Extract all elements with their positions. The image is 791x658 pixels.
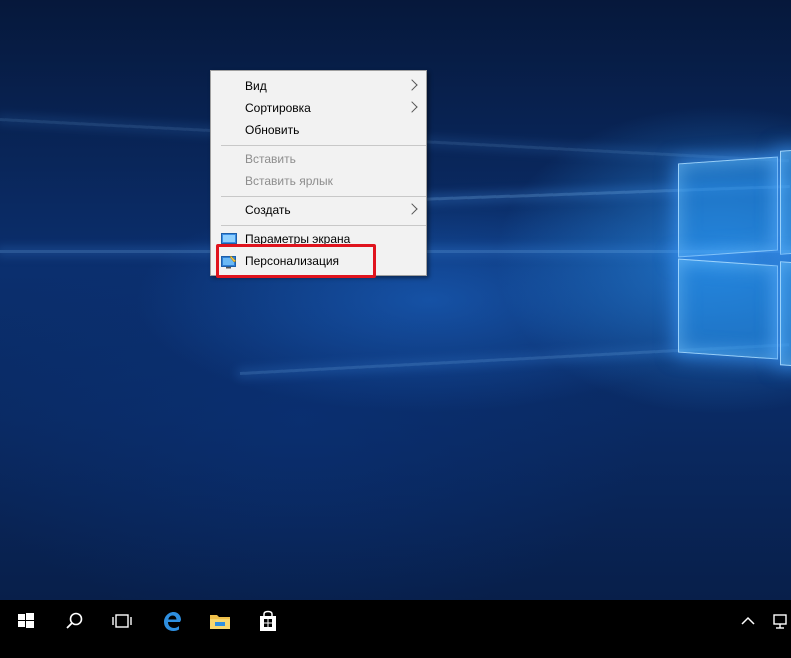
store-button[interactable] (244, 600, 292, 644)
chevron-up-icon (741, 616, 755, 625)
start-icon (18, 613, 34, 628)
search-icon (66, 612, 83, 629)
highlight-annotation (216, 244, 376, 278)
menu-item-label: Обновить (245, 123, 300, 137)
menu-item-paste[interactable]: Вставить (211, 148, 426, 170)
windows-logo-pane (678, 258, 778, 360)
menu-item-view[interactable]: Вид (211, 75, 426, 97)
menu-item-label: Вставить ярлык (245, 174, 333, 188)
store-icon (260, 610, 276, 631)
menu-item-label: Вставить (245, 152, 296, 166)
taskbar (0, 600, 791, 658)
windows-logo-pane (780, 149, 791, 255)
edge-icon (164, 612, 181, 631)
menu-item-label: Вид (245, 79, 267, 93)
menu-separator (221, 196, 426, 197)
file-explorer-button[interactable] (196, 600, 244, 644)
file-explorer-icon (210, 615, 230, 629)
menu-item-refresh[interactable]: Обновить (211, 119, 426, 141)
chevron-right-icon (406, 79, 418, 91)
task-view-icon (112, 614, 132, 628)
menu-separator (221, 225, 426, 226)
menu-item-new[interactable]: Создать (211, 199, 426, 221)
menu-item-label: Сортировка (245, 101, 311, 115)
menu-separator (221, 145, 426, 146)
edge-button[interactable] (148, 600, 196, 644)
search-button[interactable] (50, 600, 98, 644)
show-hidden-icons-button[interactable] (734, 600, 764, 644)
task-view-button[interactable] (98, 600, 146, 644)
menu-item-paste-shortcut[interactable]: Вставить ярлык (211, 170, 426, 192)
windows-logo-pane (678, 156, 778, 258)
chevron-right-icon (406, 101, 418, 113)
start-button[interactable] (2, 600, 50, 644)
windows-logo-pane (780, 261, 791, 367)
network-button[interactable] (770, 600, 791, 644)
menu-item-label: Создать (245, 203, 291, 217)
chevron-right-icon (406, 203, 418, 215)
menu-item-sort[interactable]: Сортировка (211, 97, 426, 119)
network-icon (773, 614, 787, 629)
